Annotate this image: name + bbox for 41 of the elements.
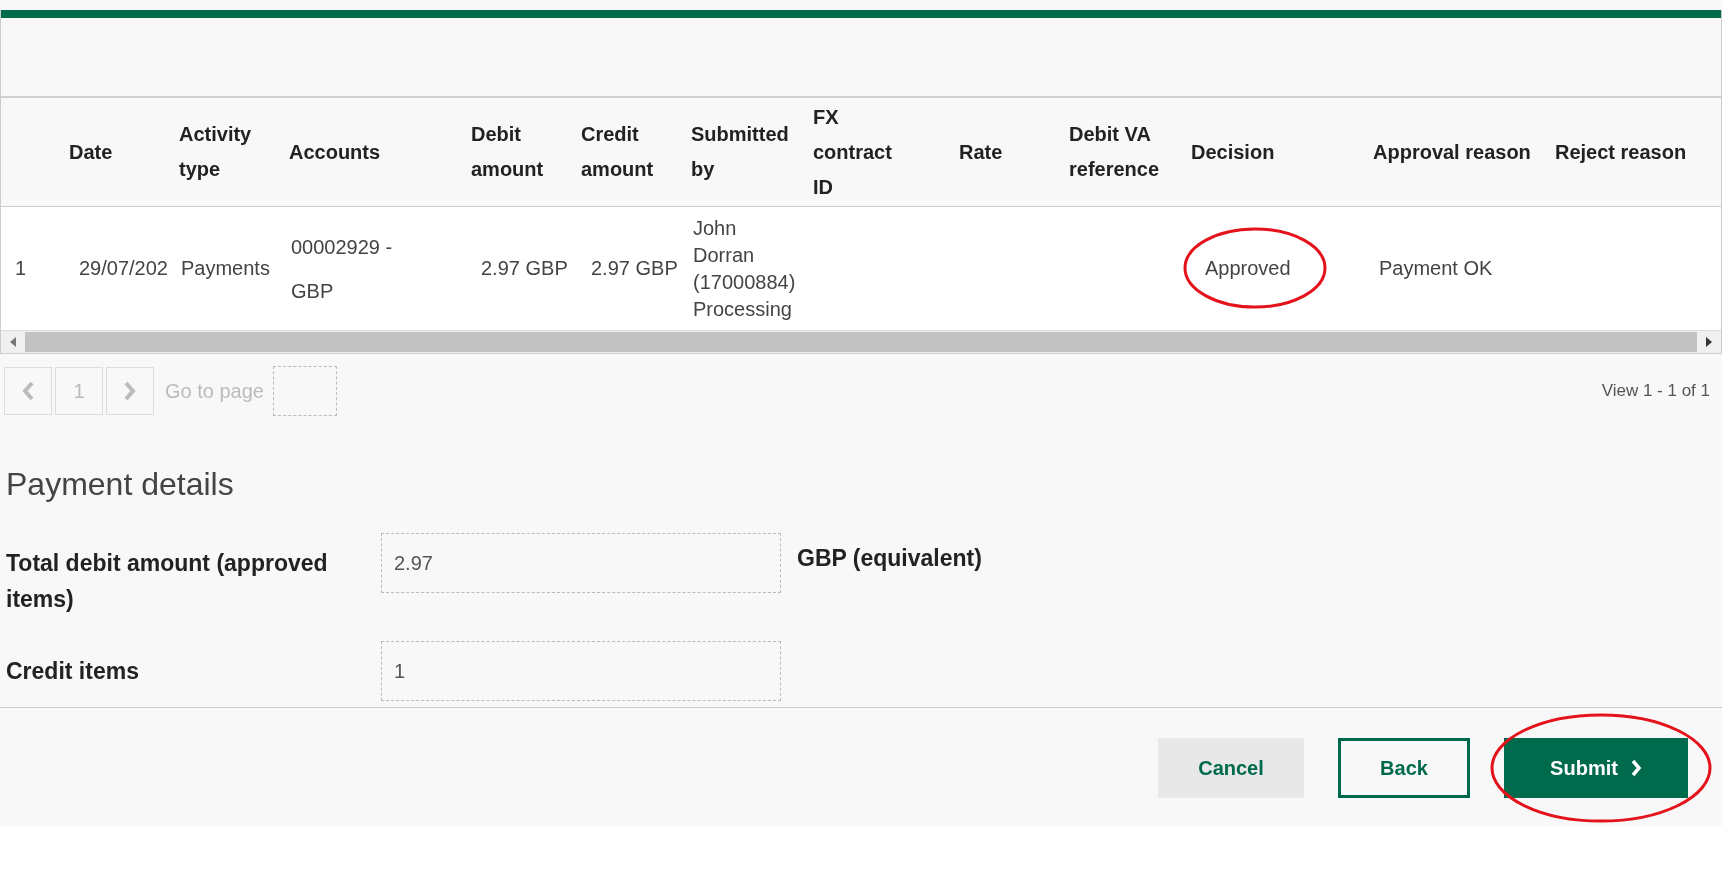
table-cell: Payment OK [1379,257,1493,280]
chevron-right-icon [1629,759,1642,777]
column-header: Submitted by [691,122,790,182]
column-header: Rate [959,139,1003,165]
page-summary: View 1 - 1 of 1 [1601,381,1710,401]
section-title: Payment details [6,466,235,503]
column-header: Accounts [289,139,381,165]
page-input[interactable] [272,366,337,416]
previous-page-button[interactable] [4,367,52,415]
action-button[interactable]: Cancel [1158,738,1304,798]
action-button[interactable]: Submit [1504,738,1688,798]
field-suffix: GBP (equivalent) [796,544,983,572]
table-cell: 2.97 GBP [591,257,678,280]
scroll-left-icon[interactable] [9,337,17,347]
chevron-left-icon [21,381,35,401]
go-to-page-label: Go to page [165,379,264,403]
field-label: Total debit amount (approved items) [6,549,329,614]
column-header: Debit VA reference [1069,122,1161,182]
input-field[interactable]: 1 [381,641,781,701]
column-header: Reject reason [1555,139,1687,165]
scroll-right-icon[interactable] [1705,337,1713,347]
horizontal-scrollbar[interactable] [1,330,1721,353]
table-cell: 2.97 GBP [481,257,568,280]
column-header: Debit amount [471,122,545,182]
table-cell: 1 [15,257,27,280]
action-button[interactable]: Back [1338,738,1470,798]
column-header: Decision [1191,139,1275,165]
next-page-button[interactable] [106,367,154,415]
table-cell: 29/07/202 [79,257,168,280]
column-header: Approval reason [1373,139,1531,165]
field-label: Credit items [6,657,140,686]
column-header: Activity type [179,122,253,182]
column-header: FX contract ID [813,104,893,200]
table-cell: Approved [1205,257,1291,280]
table-cell-text: John Dorran (17000884) Processing [693,215,797,322]
table-cell-text: 00002929 - GBP [291,234,394,304]
input-field[interactable]: 2.97 [381,533,781,593]
column-header: Date [69,139,113,165]
table-cell: Payments [181,257,270,280]
chevron-right-icon [123,381,137,401]
column-header: Credit amount [581,122,655,182]
